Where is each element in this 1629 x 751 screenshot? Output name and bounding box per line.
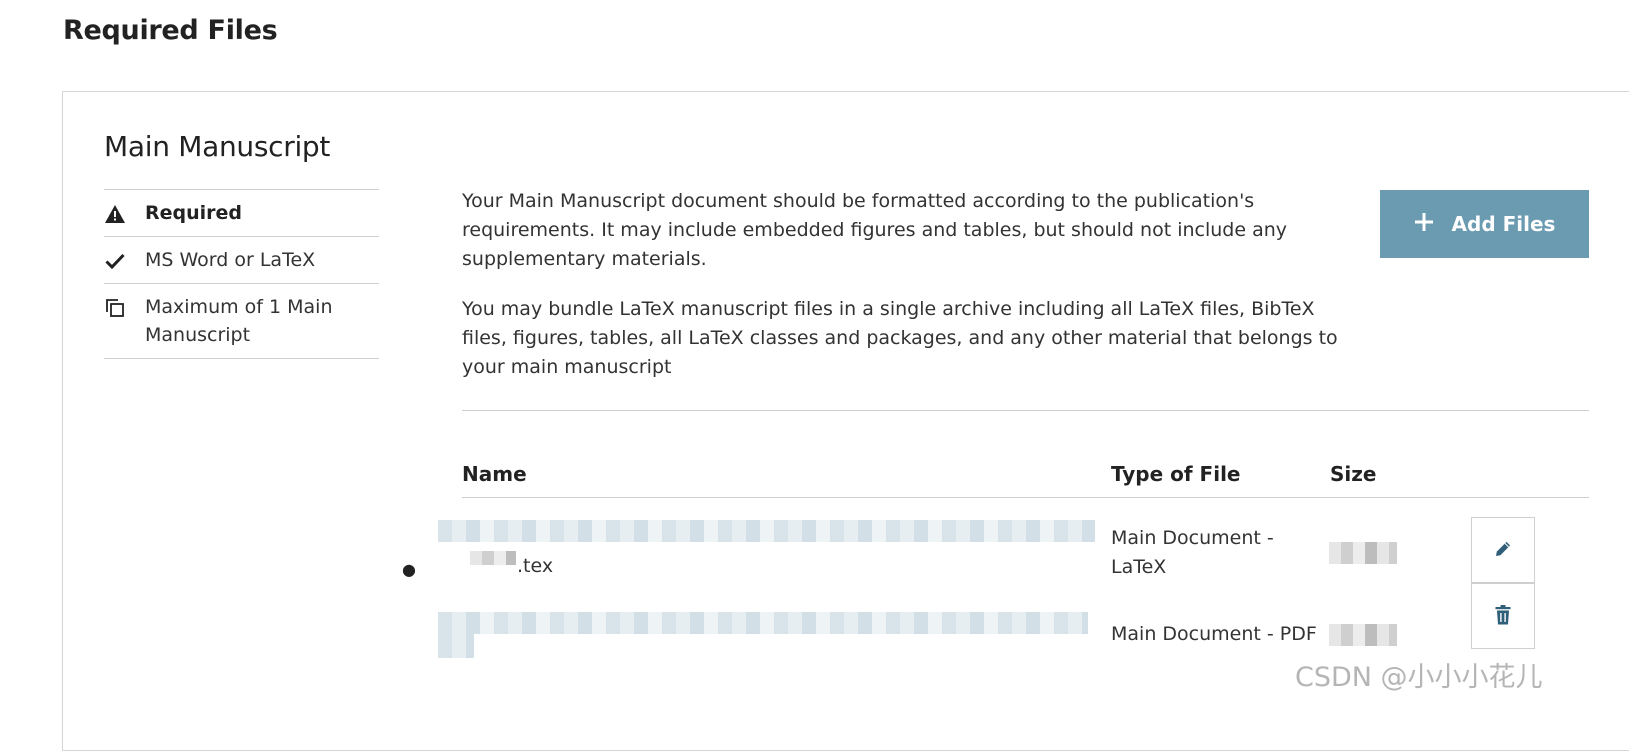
table-header-divider bbox=[462, 497, 1589, 498]
requirements-list: Required MS Word or LaTeX Maximum of 1 M… bbox=[104, 189, 379, 359]
file-type: Main Document - PDF bbox=[1111, 623, 1317, 645]
description-paragraph: You may bundle LaTeX manuscript files in… bbox=[462, 298, 1338, 378]
section-title: Main Manuscript bbox=[104, 130, 331, 163]
section-divider bbox=[462, 410, 1589, 411]
watermark: CSDN @小小小花儿 bbox=[1295, 662, 1543, 693]
page-title: Required Files bbox=[63, 15, 278, 46]
requirement-maximum: Maximum of 1 Main Manuscript bbox=[104, 284, 379, 359]
column-header-name: Name bbox=[462, 462, 527, 486]
copy-icon bbox=[104, 297, 126, 319]
pencil-icon bbox=[1493, 539, 1513, 562]
edit-file-button[interactable] bbox=[1471, 517, 1535, 583]
redacted-file-link[interactable] bbox=[438, 520, 1095, 542]
section-description: Your Main Manuscript document should be … bbox=[462, 187, 1342, 403]
requirement-required: Required bbox=[104, 190, 379, 237]
file-name-extension: .tex bbox=[517, 555, 554, 577]
main-manuscript-card: Main Manuscript Required MS Word or LaTe… bbox=[62, 91, 1629, 751]
file-size bbox=[1329, 542, 1397, 564]
redacted-file-link-wrap bbox=[438, 634, 474, 658]
add-files-label: Add Files bbox=[1451, 212, 1556, 236]
requirement-label: Required bbox=[145, 202, 243, 224]
warning-icon bbox=[104, 203, 126, 225]
requirement-label: Maximum of 1 Main Manuscript bbox=[145, 296, 333, 346]
requirement-label: MS Word or LaTeX bbox=[145, 249, 316, 271]
bullet: ● bbox=[402, 560, 416, 579]
file-size bbox=[1329, 624, 1397, 646]
column-header-size: Size bbox=[1330, 462, 1377, 486]
column-header-type: Type of File bbox=[1111, 462, 1241, 486]
delete-file-button[interactable] bbox=[1471, 583, 1535, 649]
requirement-format: MS Word or LaTeX bbox=[104, 237, 379, 284]
redacted-file-name bbox=[470, 551, 516, 565]
add-files-button[interactable]: Add Files bbox=[1380, 190, 1589, 258]
redacted-file-link[interactable] bbox=[438, 612, 1088, 634]
check-icon bbox=[104, 250, 126, 272]
trash-icon bbox=[1495, 604, 1511, 628]
description-paragraph: Your Main Manuscript document should be … bbox=[462, 190, 1287, 270]
file-type: Main Document - LaTeX bbox=[1111, 527, 1274, 578]
plus-icon bbox=[1414, 212, 1434, 237]
